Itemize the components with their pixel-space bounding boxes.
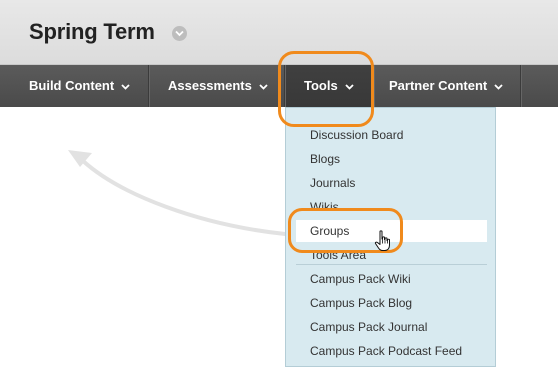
tools-highlight-outline	[278, 51, 374, 127]
menu-item-campus-pack-podcast-feed[interactable]: Campus Pack Podcast Feed	[310, 344, 462, 358]
menu-item-campus-pack-journal[interactable]: Campus Pack Journal	[310, 320, 427, 334]
hand-pointer-icon	[374, 230, 392, 257]
menu-item-blogs[interactable]: Blogs	[310, 152, 340, 166]
menu-item-campus-pack-blog[interactable]: Campus Pack Blog	[310, 296, 412, 310]
menu-item-campus-pack-wiki[interactable]: Campus Pack Wiki	[310, 272, 411, 286]
menu-item-journals[interactable]: Journals	[310, 176, 355, 190]
menu-divider	[296, 264, 487, 265]
menu-item-discussion-board[interactable]: Discussion Board	[310, 128, 403, 142]
